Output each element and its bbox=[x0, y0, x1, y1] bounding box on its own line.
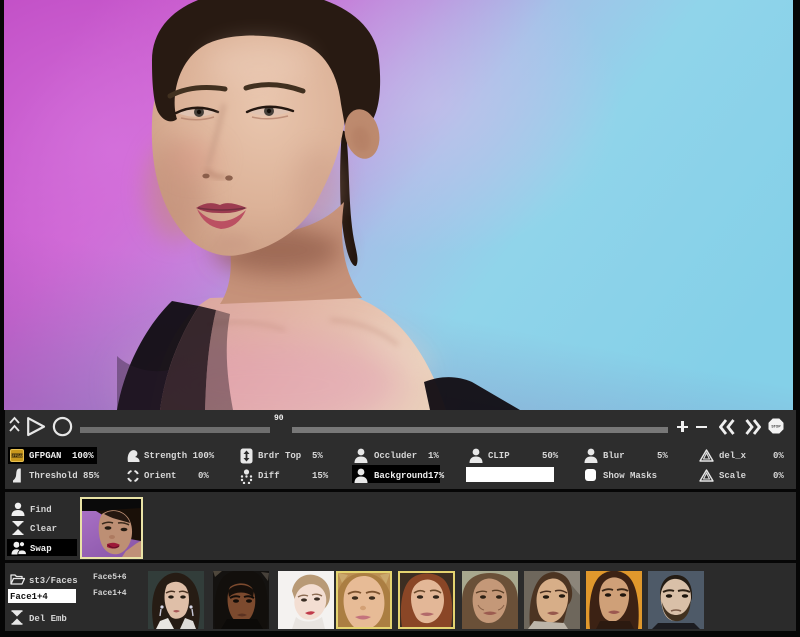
svg-text:STOP: STOP bbox=[771, 425, 781, 429]
svg-text:GFPGAN: GFPGAN bbox=[10, 454, 24, 458]
